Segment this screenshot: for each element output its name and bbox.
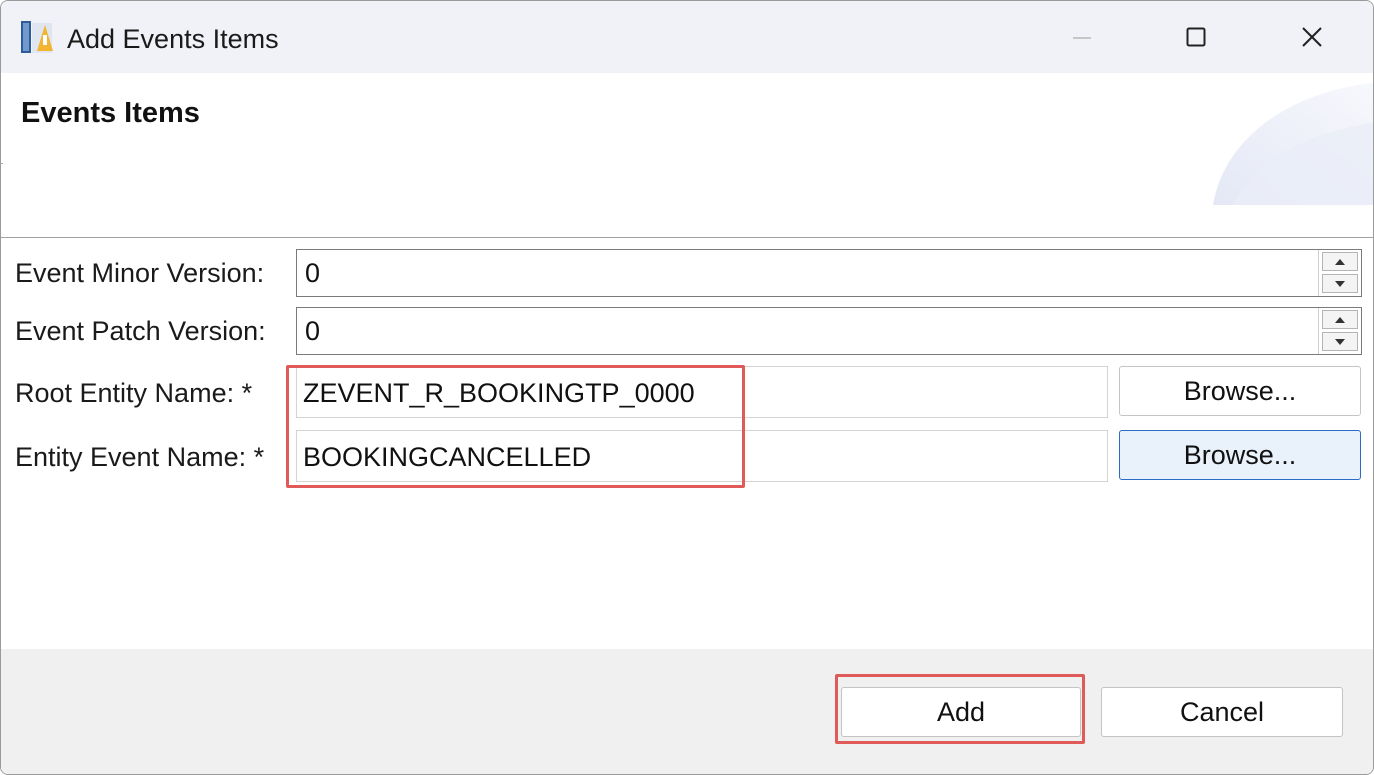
root-entity-input[interactable]: ZEVENT_R_BOOKINGTP_0000 bbox=[296, 366, 1108, 418]
cancel-button[interactable]: Cancel bbox=[1101, 687, 1343, 737]
close-icon bbox=[1302, 27, 1322, 47]
header-separator bbox=[1, 237, 1373, 238]
patch-version-decrement[interactable] bbox=[1322, 332, 1358, 351]
patch-version-spinner[interactable]: 0 bbox=[296, 307, 1362, 355]
patch-version-spin-buttons bbox=[1318, 308, 1361, 354]
add-button[interactable]: Add bbox=[841, 687, 1081, 737]
entity-event-value[interactable]: BOOKINGCANCELLED bbox=[303, 440, 591, 474]
minimize-button[interactable] bbox=[1053, 11, 1111, 63]
title-bar[interactable]: Add Events Items bbox=[1, 1, 1373, 73]
minor-version-increment[interactable] bbox=[1322, 252, 1358, 271]
patch-version-value[interactable]: 0 bbox=[305, 314, 320, 348]
window-title: Add Events Items bbox=[67, 24, 279, 54]
minor-version-spin-buttons bbox=[1318, 250, 1361, 296]
close-button[interactable] bbox=[1283, 11, 1341, 63]
arrow-up-icon bbox=[1335, 316, 1345, 323]
minor-version-label: Event Minor Version: bbox=[15, 258, 265, 288]
root-entity-label: Root Entity Name: * bbox=[15, 378, 253, 408]
divider-tick bbox=[1, 163, 3, 164]
root-entity-value[interactable]: ZEVENT_R_BOOKINGTP_0000 bbox=[303, 376, 695, 410]
entity-event-label: Entity Event Name: * bbox=[15, 442, 265, 472]
minor-version-spinner[interactable]: 0 bbox=[296, 249, 1362, 297]
root-entity-browse-button[interactable]: Browse... bbox=[1119, 366, 1361, 416]
minor-version-decrement[interactable] bbox=[1322, 274, 1358, 293]
arrow-down-icon bbox=[1335, 338, 1345, 345]
maximize-button[interactable] bbox=[1167, 11, 1225, 63]
arrow-down-icon bbox=[1335, 280, 1345, 287]
app-icon bbox=[19, 17, 59, 57]
maximize-icon bbox=[1186, 27, 1206, 47]
arrow-up-icon bbox=[1335, 258, 1345, 265]
dialog-header: Events Items bbox=[1, 73, 1373, 205]
minor-version-value[interactable]: 0 bbox=[305, 256, 320, 290]
patch-version-increment[interactable] bbox=[1322, 310, 1358, 329]
patch-version-label: Event Patch Version: bbox=[15, 316, 266, 346]
dialog-window: Add Events Items Events Items Event Mino… bbox=[0, 0, 1374, 775]
header-title: Events Items bbox=[21, 97, 200, 129]
minimize-icon bbox=[1073, 37, 1091, 39]
header-decoration bbox=[1213, 83, 1373, 205]
entity-event-browse-button[interactable]: Browse... bbox=[1119, 430, 1361, 480]
entity-event-input[interactable]: BOOKINGCANCELLED bbox=[296, 430, 1108, 482]
